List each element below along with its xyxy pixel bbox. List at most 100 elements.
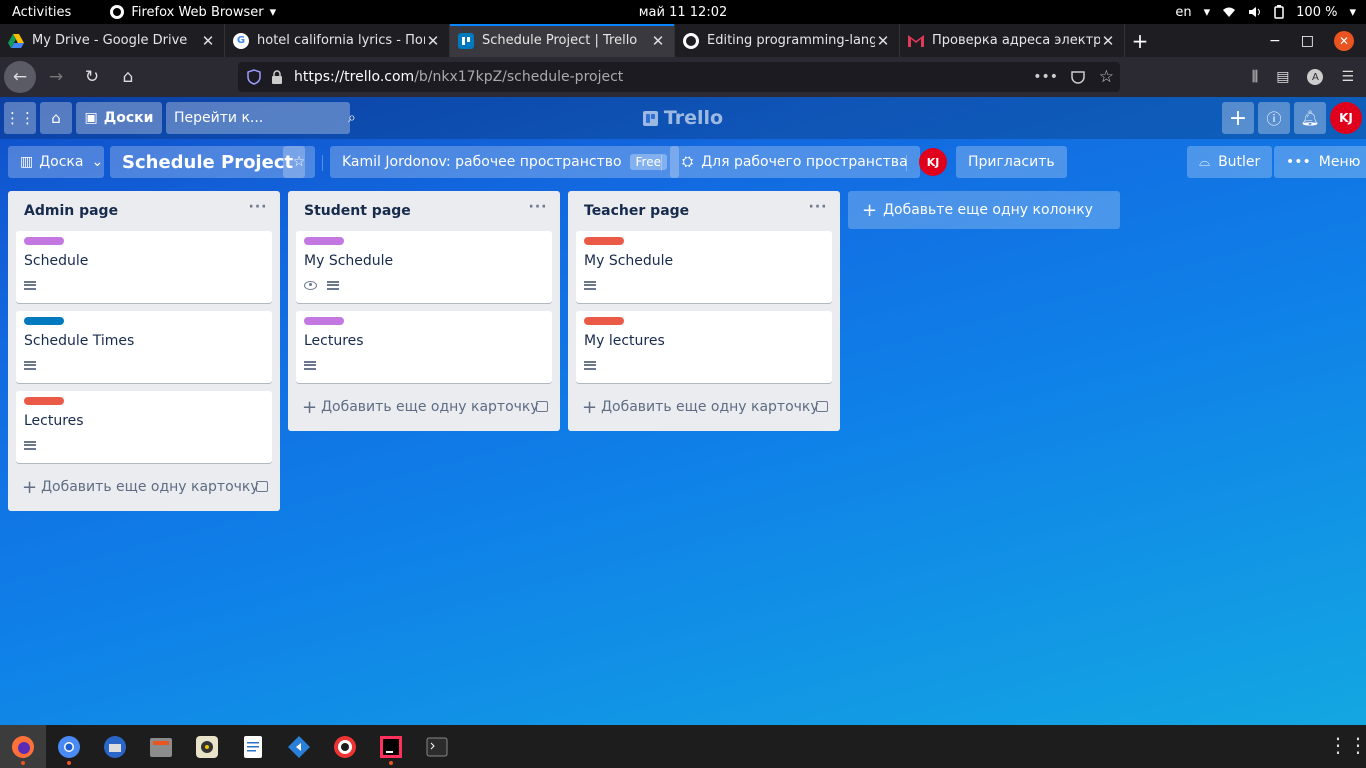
butler-button[interactable]: ⌓ Butler <box>1187 146 1273 178</box>
divider <box>661 155 662 171</box>
back-button[interactable]: ← <box>4 61 36 93</box>
keyboard-layout[interactable]: en <box>1175 5 1191 20</box>
forward-button[interactable]: → <box>40 61 72 93</box>
minimize-icon[interactable]: − <box>1269 33 1281 49</box>
maximize-icon[interactable]: □ <box>1301 33 1314 49</box>
list-title[interactable]: Admin page <box>24 203 118 219</box>
list-student-page[interactable]: Student page ··· My Schedule Lectures + … <box>288 191 560 431</box>
boards-button[interactable]: ▣ Доски <box>76 102 162 134</box>
dock-firefox[interactable] <box>0 725 46 768</box>
tab-title: Editing programming-langua <box>707 33 875 48</box>
dock-chromium[interactable] <box>46 725 92 768</box>
board-view-switcher[interactable]: ▥ Доска ⌄ <box>8 146 104 178</box>
card-label[interactable] <box>584 237 624 245</box>
tab-google-drive[interactable]: My Drive - Google Drive ✕ <box>0 24 225 57</box>
new-tab-button[interactable]: + <box>1125 24 1155 57</box>
dock-rhythmbox[interactable] <box>184 725 230 768</box>
list-admin-page[interactable]: Admin page ··· Schedule Schedule Times L… <box>8 191 280 511</box>
list-title[interactable]: Teacher page <box>584 203 689 219</box>
search-box[interactable]: ⌕ <box>166 102 356 134</box>
user-avatar[interactable]: KJ <box>1330 102 1362 134</box>
card[interactable]: My Schedule <box>296 231 552 303</box>
close-icon[interactable]: ✕ <box>875 32 891 50</box>
chevron-down-icon: ▾ <box>1203 4 1211 20</box>
home-icon[interactable]: ⌂ <box>40 102 72 134</box>
trello-header: ⋮⋮ ⌂ ▣ Доски ⌕ Trello + ⓘ 🔔︎ KJ <box>0 97 1366 139</box>
workspace-button[interactable]: Kamil Jordonov: рабочее пространство Fre… <box>330 146 679 178</box>
reload-button[interactable]: ↻ <box>76 61 108 93</box>
card-template-icon[interactable] <box>256 481 268 492</box>
list-teacher-page[interactable]: Teacher page ··· My Schedule My lectures… <box>568 191 840 431</box>
card[interactable]: Lectures <box>296 311 552 383</box>
card-label[interactable] <box>304 237 344 245</box>
close-icon[interactable]: ✕ <box>200 32 216 50</box>
card-template-icon[interactable] <box>536 401 548 412</box>
clock[interactable]: май 11 12:02 <box>639 5 728 20</box>
notifications-bell-icon[interactable]: 🔔︎ <box>1294 102 1326 134</box>
window-close-icon[interactable]: ✕ <box>1334 30 1354 51</box>
url-bar[interactable]: https://trello.com/b/nkx17kpZ/schedule-p… <box>238 62 1120 92</box>
dock-vscode[interactable] <box>276 725 322 768</box>
info-icon[interactable]: ⓘ <box>1258 102 1290 134</box>
tab-trello[interactable]: Schedule Project | Trello ✕ <box>450 24 675 57</box>
tracking-shield-icon[interactable] <box>246 69 262 85</box>
card-label[interactable] <box>584 317 624 325</box>
card[interactable]: Schedule <box>16 231 272 303</box>
apps-grid-icon[interactable]: ⋮⋮ <box>4 102 36 134</box>
add-card-button[interactable]: + Добавить еще одну карточку <box>576 391 832 423</box>
board-header: ▥ Доска ⌄ Schedule Project ☆ Kamil Jordo… <box>0 143 1366 183</box>
dock-thunderbird[interactable] <box>92 725 138 768</box>
card[interactable]: Lectures <box>16 391 272 463</box>
add-card-button[interactable]: + Добавить еще одну карточку <box>16 471 272 503</box>
butler-icon: ⌓ <box>1199 154 1211 170</box>
card-template-icon[interactable] <box>816 401 828 412</box>
visibility-button[interactable]: ⛭ Для рабочего пространства <box>670 146 920 178</box>
search-icon[interactable]: ⌕ <box>348 110 356 126</box>
system-tray[interactable]: en ▾ 100 % ▾ <box>1175 0 1356 24</box>
pocket-icon[interactable] <box>1070 69 1086 85</box>
dock-writer[interactable] <box>230 725 276 768</box>
show-apps-grid-icon[interactable]: ⋮⋮⋮ <box>1328 733 1366 759</box>
sidebar-icon[interactable]: ▤ <box>1276 69 1289 85</box>
dock-files[interactable] <box>138 725 184 768</box>
bookmark-star-icon[interactable]: ☆ <box>1099 67 1114 87</box>
card[interactable]: My Schedule <box>576 231 832 303</box>
list-menu-icon[interactable]: ··· <box>526 199 550 223</box>
library-icon[interactable]: ⫼ <box>1252 69 1258 85</box>
hamburger-menu-icon[interactable]: ☰ <box>1341 69 1354 85</box>
close-icon[interactable]: ✕ <box>1100 32 1116 50</box>
board-title[interactable]: Schedule Project <box>110 146 306 178</box>
card-label[interactable] <box>304 317 344 325</box>
card-label[interactable] <box>24 397 64 405</box>
close-icon[interactable]: ✕ <box>425 32 441 50</box>
dock-terminal[interactable] <box>414 725 460 768</box>
tab-google-search[interactable]: G hotel california lyrics - Поиск ✕ <box>225 24 450 57</box>
star-board-icon[interactable]: ☆ <box>283 146 315 178</box>
rhythmbox-icon <box>196 735 218 758</box>
search-input[interactable] <box>174 110 348 126</box>
close-icon[interactable]: ✕ <box>650 32 666 50</box>
tab-github[interactable]: Editing programming-langua ✕ <box>675 24 900 57</box>
card-label[interactable] <box>24 237 64 245</box>
menu-button[interactable]: ••• Меню <box>1274 146 1366 178</box>
page-actions-icon[interactable]: ••• <box>1033 69 1058 85</box>
list-menu-icon[interactable]: ··· <box>246 199 270 223</box>
activities-button[interactable]: Activities <box>0 5 83 20</box>
dock-help[interactable] <box>322 725 368 768</box>
create-icon[interactable]: + <box>1222 102 1254 134</box>
invite-button[interactable]: Пригласить <box>956 146 1067 178</box>
dock-intellij[interactable] <box>368 725 414 768</box>
card-label[interactable] <box>24 317 64 325</box>
add-card-button[interactable]: + Добавить еще одну карточку <box>296 391 552 423</box>
list-title[interactable]: Student page <box>304 203 411 219</box>
account-icon[interactable]: A <box>1307 69 1324 85</box>
lock-icon[interactable] <box>270 70 284 84</box>
list-menu-icon[interactable]: ··· <box>806 199 830 223</box>
card[interactable]: Schedule Times <box>16 311 272 383</box>
app-menu[interactable]: Firefox Web Browser ▾ <box>109 4 276 20</box>
add-list-button[interactable]: + Добавьте еще одну колонку <box>848 191 1120 229</box>
home-button[interactable]: ⌂ <box>112 61 144 93</box>
card[interactable]: My lectures <box>576 311 832 383</box>
member-avatar[interactable]: KJ <box>919 148 947 176</box>
tab-mail[interactable]: Проверка адреса электрон ✕ <box>900 24 1125 57</box>
